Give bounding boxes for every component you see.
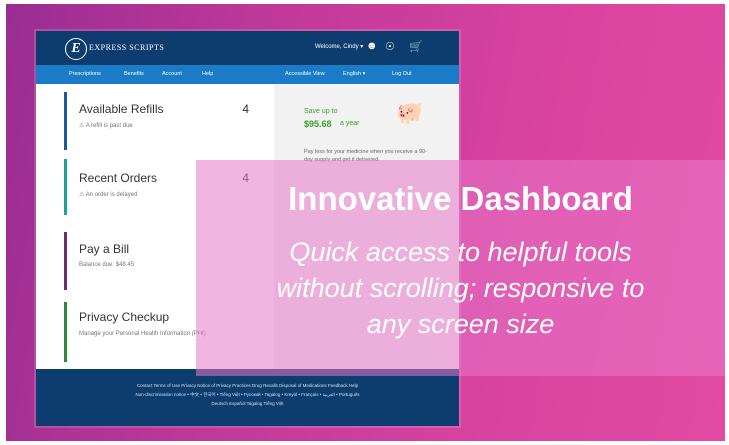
savings-label: Save up to [304,108,338,115]
card-subtitle: ⚠ An order is delayed [79,192,138,198]
user-icon[interactable]: ☻ [366,40,378,52]
nav-help[interactable]: Help [202,71,213,77]
footer-languages-more[interactable]: Deutsch Español Tagalog Tiếng Việt [36,401,459,406]
savings-suffix: a year [340,120,360,127]
piggy-bank-icon: 🐖 [396,100,424,125]
caption-overlay: Innovative Dashboard Quick access to hel… [196,160,725,376]
overlay-line-2: without scrolling; responsive to [276,273,645,303]
site-footer: Contact Terms of Use Privacy Notice of P… [36,369,459,426]
brand-name: EXPRESS SCRIPTS [89,43,165,52]
nav-prescriptions[interactable]: Prescriptions [69,71,101,77]
footer-languages[interactable]: Non-discrimination notice • 中文 • 한국어 • T… [36,392,459,398]
cart-icon[interactable]: 🛒 [409,40,423,53]
savings-amount: $95.68 [304,119,332,129]
welcome-menu[interactable]: Welcome, Cindy ▾ [315,43,363,50]
nav-account[interactable]: Account [162,71,182,77]
promo-slide: E EXPRESS SCRIPTS Welcome, Cindy ▾ ☻ ☉ 🛒… [6,4,725,441]
overlay-subtitle: Quick access to helpful tools without sc… [196,234,725,342]
site-header: E EXPRESS SCRIPTS Welcome, Cindy ▾ ☻ ☉ 🛒 [36,31,459,65]
footer-links[interactable]: Contact Terms of Use Privacy Notice of P… [36,383,459,388]
main-nav: Prescriptions Benefits Account Help Acce… [36,65,459,84]
express-scripts-logo[interactable]: E [65,38,87,60]
card-title: Recent Orders [79,171,158,185]
card-title: Pay a Bill [79,242,130,256]
card-subtitle: Balance due: $48.45 [79,262,135,268]
card-title: Available Refills [79,102,164,116]
card-available-refills[interactable]: Available Refills ⚠ A refill is past due… [64,92,273,150]
overlay-line-1: Quick access to helpful tools [289,237,632,267]
card-subtitle: ⚠ A refill is past due [79,123,133,129]
card-title: Privacy Checkup [79,310,170,324]
overlay-line-3: any screen size [366,309,555,339]
language-selector[interactable]: English ▾ [343,71,365,77]
globe-icon[interactable]: ☉ [385,40,395,53]
card-count: 4 [242,102,249,116]
nav-accessible-view[interactable]: Accessible View [285,71,325,77]
logout-link[interactable]: Log Out [392,71,412,77]
nav-benefits[interactable]: Benefits [124,71,144,77]
overlay-title: Innovative Dashboard [288,180,633,217]
